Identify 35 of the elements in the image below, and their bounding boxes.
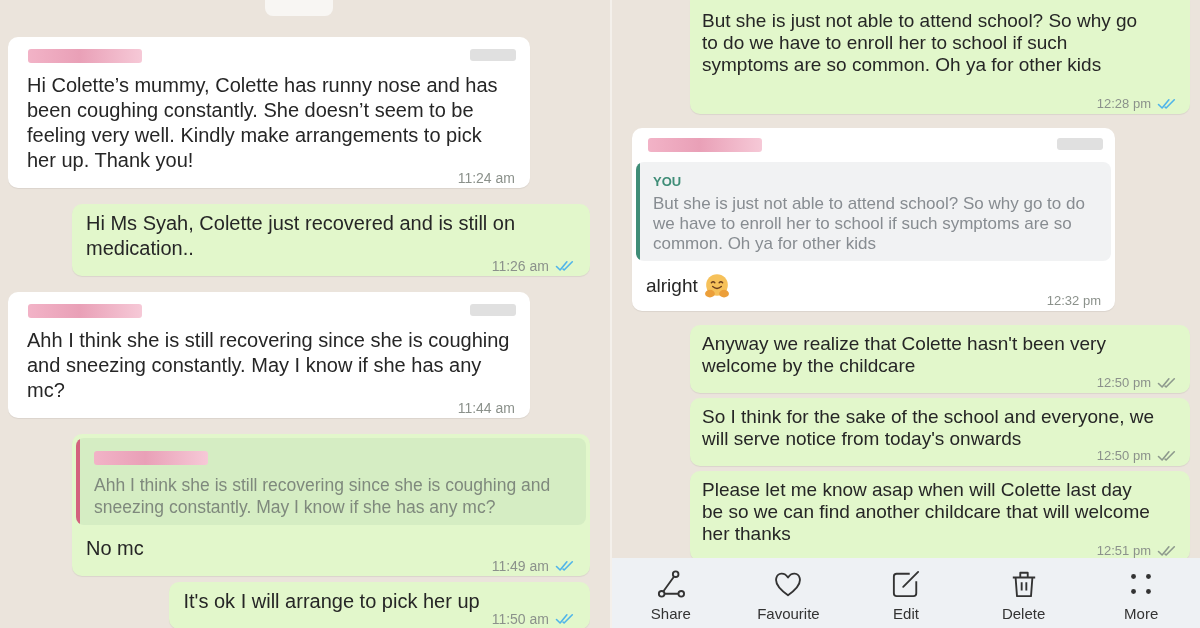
- edit-button[interactable]: Edit: [892, 570, 920, 622]
- share-icon: [656, 570, 685, 598]
- redacted-number: [470, 304, 516, 316]
- message-text: alright: [646, 275, 698, 296]
- heart-icon: [774, 570, 803, 598]
- message-time: 12:32 pm: [1046, 295, 1101, 307]
- quoted-text: But she is just not able to attend school? So why go to do we have to enroll her to school if such symptoms are so common. Oh ya for other kids: [653, 194, 1086, 254]
- message-text: Anyway we realize that Colette hasn't been very welcome by the childcare: [702, 333, 1106, 376]
- message-time: 12:28 pm: [1096, 98, 1151, 110]
- message-time: 11:50 am: [491, 613, 549, 625]
- message-time: 12:50 pm: [1096, 450, 1151, 462]
- message-text: It's ok I will arrange to pick her up: [183, 590, 480, 612]
- edit-icon: [892, 570, 920, 598]
- redacted-number: [470, 49, 516, 61]
- message-text: Hi Colette’s mummy, Colette has runny nose and has been coughing constantly. She doesn’t seem to be feeling very well. Kindly make arrangements to pick her up. Thank you!: [27, 74, 498, 171]
- message-text: But she is just not able to attend school? So why go to do we have to enroll her to school if such symptoms are so common. Oh ya for other kids: [702, 10, 1138, 75]
- quoted-text: Ahh I think she is still recovering since she is coughing and sneezing constantly. May I know if she has any mc?: [94, 474, 552, 518]
- delete-button[interactable]: Delete: [1001, 570, 1046, 622]
- message-text: So I think for the sake of the school and everyone, we will serve notice from today's onwards: [702, 406, 1155, 449]
- message-text: Please let me know asap when will Colette last day be so we can find another childcare that will welcome her thanks: [702, 479, 1150, 544]
- message-time: 11:26 am: [491, 260, 549, 272]
- message-time: 12:51 pm: [1096, 545, 1151, 557]
- more-button[interactable]: More: [1124, 570, 1159, 622]
- message-time: 12:50 pm: [1096, 377, 1151, 389]
- quote-sender: YOU: [653, 174, 682, 190]
- message-time: 11:24 am: [457, 172, 515, 184]
- message-text: Ahh I think she is still recovering since she is coughing and sneezing constantly. May I know if she has any mc?: [27, 329, 510, 401]
- message-text: Hi Ms Syah, Colette just recovered and is still on medication..: [86, 212, 516, 259]
- favourite-button[interactable]: Favourite: [757, 570, 820, 622]
- message-time: 11:44 am: [457, 402, 515, 414]
- message-text: No mc: [86, 537, 144, 559]
- message-time: 11:49 am: [491, 560, 549, 572]
- share-button[interactable]: Share: [650, 570, 691, 622]
- quoted-message[interactable]: YOU But she is just not able to attend school? So why go to do we have to enroll her to school if such symptoms are so common. Oh ya for other kids: [636, 162, 1111, 261]
- redacted-number: [1057, 138, 1103, 150]
